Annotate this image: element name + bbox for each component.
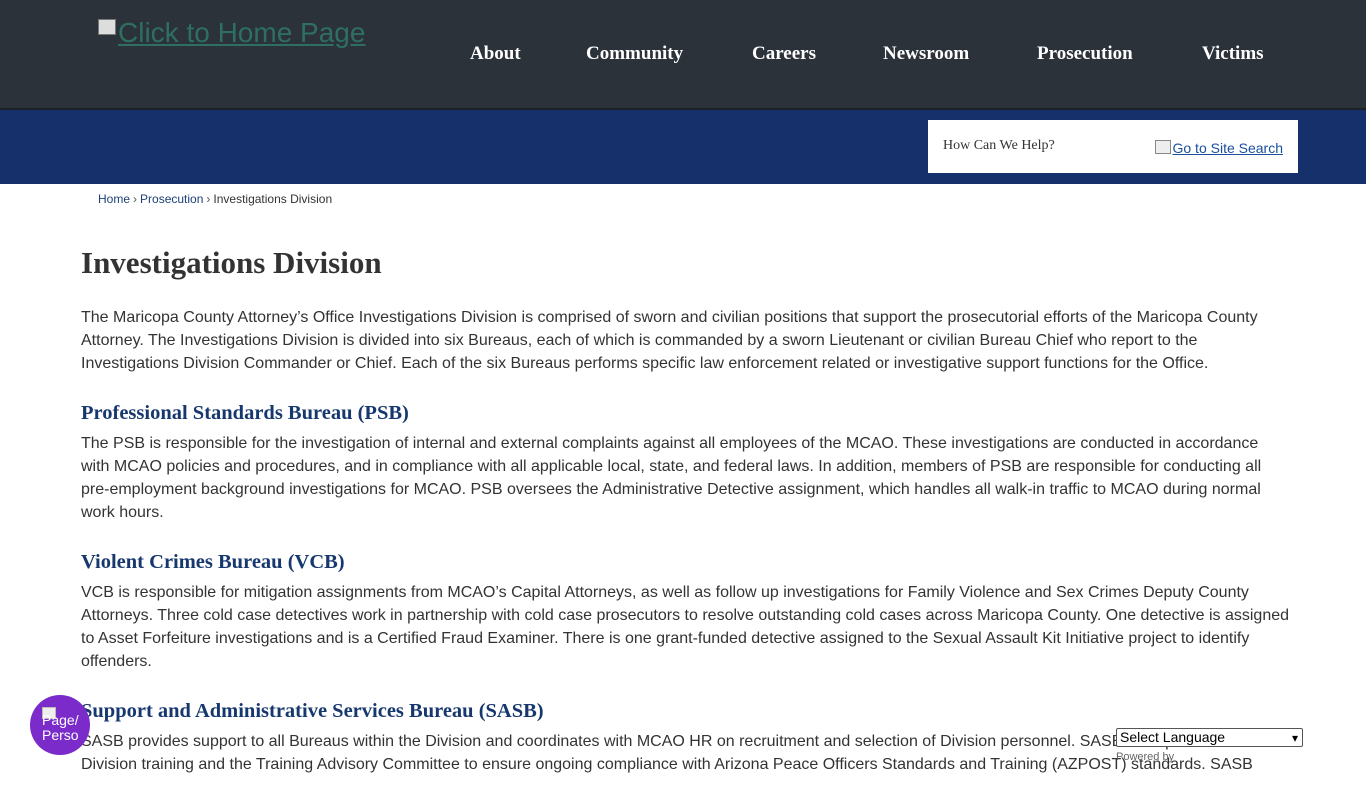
nav-item-about[interactable]: About <box>470 43 521 65</box>
site-search: How Can We Help? Go to Site Search <box>928 120 1298 173</box>
breadcrumb-current: Investigations Division <box>213 192 333 206</box>
section-heading-sasb: Support and Administrative Services Bure… <box>81 700 544 722</box>
main-nav: About Community Careers Newsroom Prosecu… <box>0 43 1366 67</box>
nav-item-prosecution[interactable]: Prosecution <box>1037 43 1133 65</box>
nav-item-victims[interactable]: Victims <box>1202 43 1264 65</box>
search-button[interactable]: Go to Site Search <box>1155 140 1283 156</box>
breadcrumb-home[interactable]: Home <box>98 192 130 206</box>
search-button-label: Go to Site Search <box>1172 140 1283 156</box>
breadcrumb: Home › Prosecution › Investigations Division <box>98 192 332 206</box>
breadcrumb-separator: › <box>133 192 138 206</box>
breadcrumb-separator: › <box>206 192 211 206</box>
nav-item-careers[interactable]: Careers <box>752 43 816 65</box>
site-header: Click to Home Page About Community Caree… <box>0 0 1366 110</box>
accessibility-button[interactable]: Page/ Perso <box>30 695 90 755</box>
powered-by-text: Powered by <box>1116 751 1175 763</box>
broken-image-icon <box>98 19 116 35</box>
language-select-value: Select Language <box>1120 729 1226 745</box>
language-select[interactable]: Select Language ▾ <box>1116 728 1303 747</box>
nav-item-newsroom[interactable]: Newsroom <box>883 43 969 65</box>
chevron-down-icon: ▾ <box>1291 731 1298 745</box>
intro-paragraph: The Maricopa County Attorney’s Office In… <box>81 309 1258 372</box>
search-input[interactable]: How Can We Help? <box>943 138 1055 154</box>
page-title: Investigations Division <box>81 245 382 280</box>
accessibility-label: Page/ Perso <box>42 712 79 743</box>
section-heading-vcb: Violent Crimes Bureau (VCB) <box>81 551 345 573</box>
nav-item-community[interactable]: Community <box>586 43 683 65</box>
main-content: The Maricopa County Attorney’s Office In… <box>81 306 1291 801</box>
section-heading-psb: Professional Standards Bureau (PSB) <box>81 402 409 424</box>
search-icon <box>1155 140 1172 154</box>
section-body-sasb: SASB provides support to all Bureaus wit… <box>81 733 1253 773</box>
section-body-psb: The PSB is responsible for the investiga… <box>81 435 1262 521</box>
section-body-vcb: VCB is responsible for mitigation assign… <box>81 584 1290 670</box>
breadcrumb-prosecution[interactable]: Prosecution <box>140 192 203 206</box>
